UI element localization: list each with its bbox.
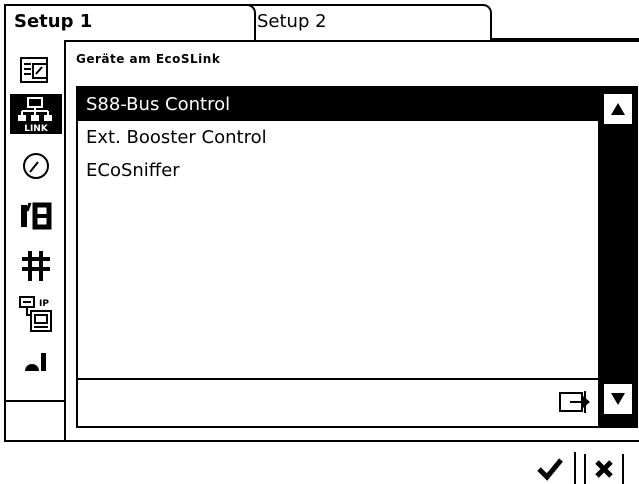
footer-divider [4, 440, 639, 442]
scroll-down-button[interactable] [602, 382, 634, 416]
gauge-icon[interactable] [10, 146, 62, 186]
content-top-border [64, 40, 639, 42]
list-bottom-divider [78, 378, 598, 380]
tab-setup-2-label: Setup 2 [257, 11, 327, 32]
confirm-button[interactable] [530, 454, 570, 484]
arrow-up-icon [611, 103, 625, 115]
cancel-button[interactable] [584, 454, 624, 484]
list-item-label: ECoSniffer [86, 160, 180, 181]
sidebar-bottom-divider [4, 400, 66, 402]
svg-text:IP: IP [39, 299, 49, 309]
scrollbar-track[interactable] [598, 88, 636, 426]
scroll-up-button[interactable] [602, 92, 634, 126]
list-item-ecosniffer[interactable]: ECoSniffer [78, 154, 598, 187]
tab-setup-1[interactable]: Setup 1 [4, 4, 256, 40]
footer-separator [574, 452, 576, 484]
list-item-s88-bus-control[interactable]: S88-Bus Control [78, 88, 598, 121]
track-grid-icon[interactable] [10, 246, 62, 286]
sidebar-divider [64, 40, 66, 440]
signal-bars-icon[interactable] [10, 342, 62, 382]
ecoslink-network-icon[interactable]: LINK [10, 94, 62, 134]
arrow-down-icon [611, 393, 625, 405]
list-item-ext-booster-control[interactable]: Ext. Booster Control [78, 121, 598, 154]
io-icon[interactable] [10, 196, 62, 236]
ip-network-icon[interactable]: IP [10, 294, 62, 334]
device-settings-icon[interactable] [10, 50, 62, 90]
section-title: Geräte am EcoSLink [76, 52, 221, 66]
export-icon [559, 391, 590, 413]
export-button[interactable] [556, 382, 594, 422]
checkmark-icon [537, 458, 563, 481]
svg-text:LINK: LINK [24, 124, 49, 132]
close-icon [595, 460, 613, 478]
tab-setup-1-label: Setup 1 [14, 11, 93, 32]
list-item-label: Ext. Booster Control [86, 127, 267, 148]
list-item-label: S88-Bus Control [86, 94, 231, 115]
device-list: S88-Bus Control Ext. Booster Control ECo… [78, 88, 598, 380]
tab-setup-2[interactable]: Setup 2 [247, 4, 492, 40]
